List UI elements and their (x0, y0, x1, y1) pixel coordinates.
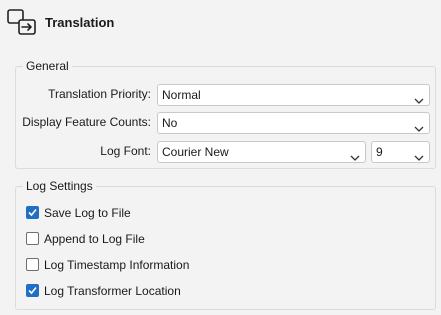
log-font-value: Courier New (162, 145, 229, 159)
display-feature-counts-value: No (162, 116, 178, 130)
log-font-size-value: 9 (376, 145, 383, 159)
log-timestamp-information-checkbox[interactable] (26, 258, 39, 271)
checkmark-icon (28, 286, 37, 295)
display-feature-counts-label: Display Feature Counts: (22, 115, 151, 129)
save-log-to-file-label: Save Log to File (44, 206, 131, 220)
general-group-title: General (23, 59, 72, 73)
log-font-size-select[interactable]: 9 (371, 141, 430, 163)
display-feature-counts-select[interactable]: No (157, 112, 430, 134)
header: Translation (0, 0, 441, 44)
general-group: General Translation Priority: Normal Dis… (15, 59, 436, 169)
save-log-to-file-checkbox[interactable] (26, 206, 39, 219)
translation-priority-value: Normal (162, 88, 201, 102)
log-timestamp-information-label: Log Timestamp Information (44, 258, 190, 272)
log-font-select[interactable]: Courier New (157, 141, 366, 163)
append-to-log-file-label: Append to Log File (44, 232, 145, 246)
translation-priority-label: Translation Priority: (48, 87, 151, 101)
chevron-down-icon (414, 119, 424, 132)
translate-icon (7, 9, 39, 37)
chevron-down-icon (414, 91, 424, 104)
log-settings-group-title: Log Settings (23, 179, 96, 193)
chevron-down-icon (414, 148, 424, 161)
log-font-label: Log Font: (100, 144, 151, 158)
log-transformer-location-label: Log Transformer Location (44, 284, 181, 298)
page-title: Translation (45, 15, 115, 30)
append-to-log-file-checkbox[interactable] (26, 232, 39, 245)
chevron-down-icon (350, 148, 360, 161)
log-transformer-location-checkbox[interactable] (26, 284, 39, 297)
translation-priority-select[interactable]: Normal (157, 84, 430, 106)
checkmark-icon (28, 208, 37, 217)
